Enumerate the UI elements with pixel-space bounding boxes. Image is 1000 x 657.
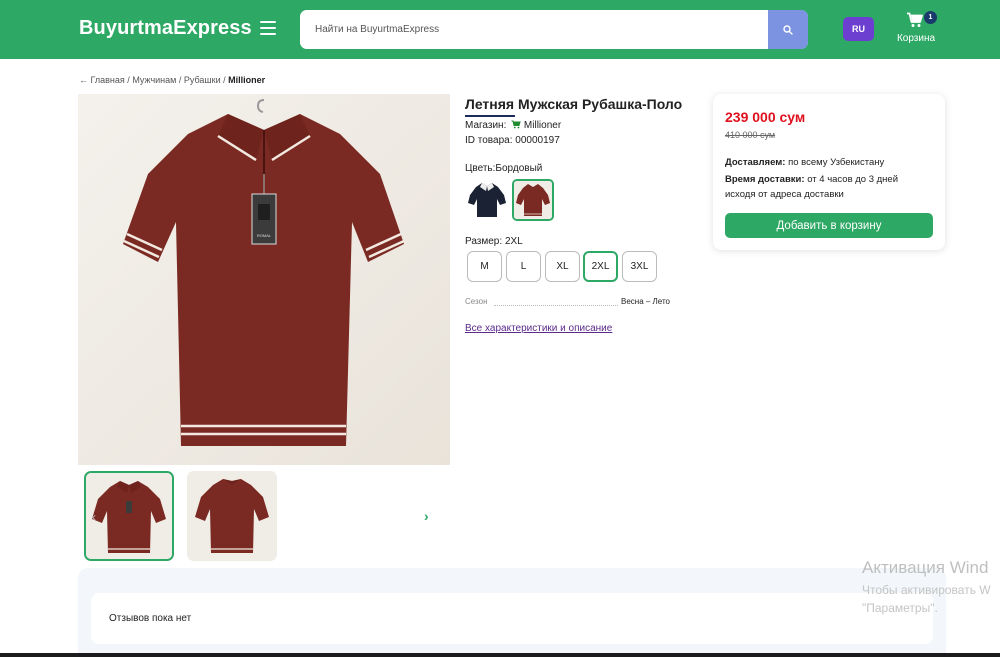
taskbar-edge [0,653,1000,657]
windows-activation-line2: Чтобы активировать W [862,583,991,597]
cart-label: Корзина [896,33,936,44]
size-option-3xl[interactable]: 3XL [622,251,657,282]
thumbnail-next-arrow-icon[interactable]: › [424,508,429,524]
shop-row: Магазин: Millioner [465,120,561,131]
product-main-image[interactable]: ROMAL [78,94,450,465]
breadcrumb-separator: / [223,75,226,85]
search-button[interactable] [768,10,808,49]
color-label: Цветь:Бордовый [465,163,543,174]
spec-dotted-leader [494,305,618,306]
language-switcher[interactable]: RU [843,17,874,41]
delivery-area: Доставляем: по всему Узбекистану [725,157,885,168]
breadcrumb-separator: / [127,75,130,85]
spec-season-value: Весна – Лето [621,297,671,306]
spec-season-label: Сезон [465,297,488,306]
no-reviews-text: Отзывов пока нет [109,613,192,624]
color-swatch-navy[interactable] [466,179,508,221]
breadcrumb-men[interactable]: Мужчинам [132,75,176,85]
color-value: Бордовый [495,163,543,174]
search-input[interactable] [300,10,768,49]
cart-count-badge: 1 [924,11,937,24]
size-option-m[interactable]: M [467,251,502,282]
size-option-l[interactable]: L [506,251,541,282]
breadcrumb-current: Millioner [228,75,266,85]
shop-cart-icon [511,120,521,129]
product-id-row: ID товара: 00000197 [465,135,560,146]
windows-activation-line3: "Параметры". [862,601,938,615]
size-option-2xl[interactable]: 2XL [583,251,618,282]
svg-text:ROMAL: ROMAL [257,233,272,238]
price-card: 239 000 сум 410 000 сум Доставляем: по в… [713,94,945,250]
color-swatch-burgundy[interactable] [512,179,554,221]
reviews-box [91,593,933,644]
all-specs-link[interactable]: Все характеристики и описание [465,323,612,334]
add-to-cart-button[interactable]: Добавить в корзину [725,213,933,238]
size-value: 2XL [504,236,523,247]
thumbnail-front[interactable] [84,471,174,561]
top-header: BuyurtmaExpress RU 1 Корзина [0,0,1000,59]
product-id-value: 00000197 [515,135,560,146]
shop-label: Магазин: [465,120,507,131]
product-id-label: ID товара: [465,135,513,146]
search-bar [300,10,808,49]
site-logo[interactable]: BuyurtmaExpress [79,17,252,40]
cart-icon [907,12,923,27]
size-label: Размер: 2XL [465,236,523,247]
breadcrumb: ← Главная / Мужчинам / Рубашки / Million… [79,75,265,85]
hamburger-menu-icon[interactable] [260,21,276,35]
size-option-xl[interactable]: XL [545,251,580,282]
search-icon [783,24,793,35]
back-arrow-icon[interactable]: ← [79,75,88,85]
cart-button[interactable]: 1 Корзина [893,10,939,48]
title-underline [465,115,515,117]
delivery-time: Время доставки: от 4 часов до 3 дней исх… [725,174,899,200]
thumbnail-prev-arrow-icon[interactable]: ‹ [92,510,96,524]
product-title: Летняя Мужская Рубашка-Поло [465,96,683,112]
breadcrumb-separator: / [178,75,182,85]
windows-activation-title: Активация Wind [862,558,989,577]
old-price: 410 000 сум [725,130,776,140]
breadcrumb-shirts[interactable]: Рубашки [184,75,221,85]
breadcrumb-home[interactable]: Главная [91,75,125,85]
shop-name-link[interactable]: Millioner [524,120,561,131]
thumbnail-back[interactable] [187,471,277,561]
current-price: 239 000 сум [725,109,806,125]
